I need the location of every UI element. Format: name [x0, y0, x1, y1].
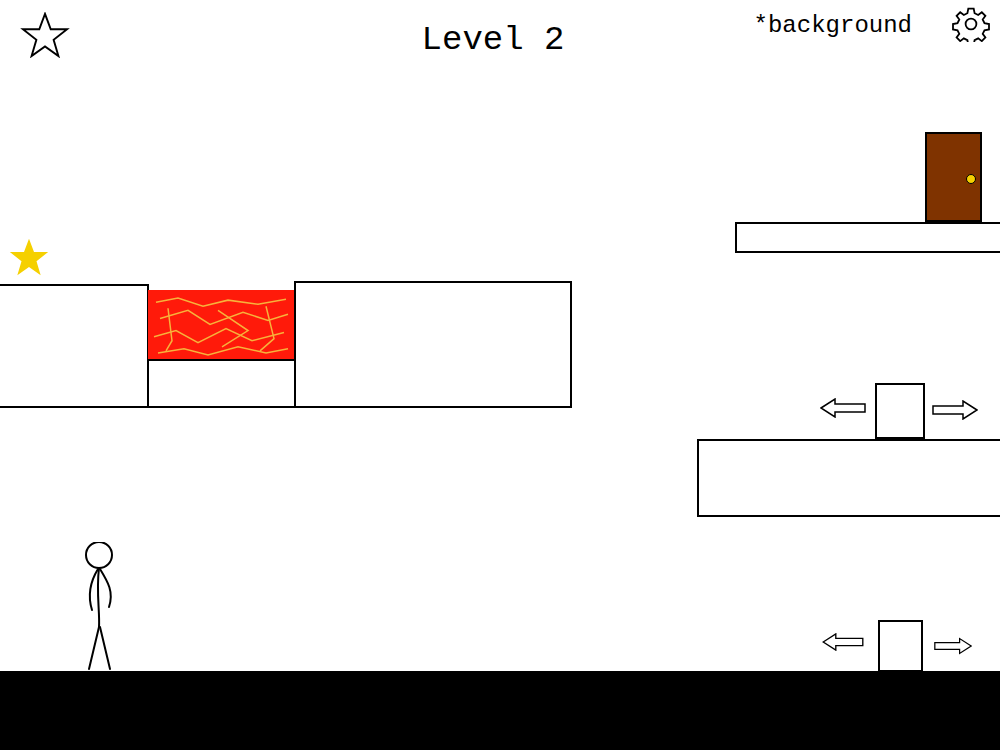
lava-basin [147, 359, 297, 408]
exit-door[interactable] [925, 132, 982, 222]
background-button[interactable]: *background [754, 6, 912, 41]
star-counter-icon [20, 12, 70, 58]
lava-pool [148, 290, 295, 361]
right-platform [697, 439, 1000, 517]
move-left-arrow-icon[interactable] [820, 398, 866, 418]
middle-platform [294, 281, 572, 408]
ground [0, 671, 1000, 750]
collectible-star-icon[interactable] [8, 237, 50, 277]
movable-box[interactable] [878, 620, 923, 672]
move-left-arrow-icon[interactable] [822, 633, 864, 651]
player-stickman-icon[interactable] [82, 542, 122, 672]
level-title: Level 2 [422, 0, 565, 60]
game-canvas: Level 2 *background [0, 0, 1000, 750]
settings-gear-icon[interactable] [952, 6, 990, 42]
hud-bar: Level 2 *background [0, 0, 1000, 60]
movable-box[interactable] [875, 383, 925, 439]
door-knob [966, 174, 976, 184]
move-right-arrow-icon[interactable] [932, 400, 978, 420]
move-right-arrow-icon[interactable] [934, 637, 972, 655]
door-ledge [735, 222, 1000, 253]
left-platform [0, 284, 149, 408]
